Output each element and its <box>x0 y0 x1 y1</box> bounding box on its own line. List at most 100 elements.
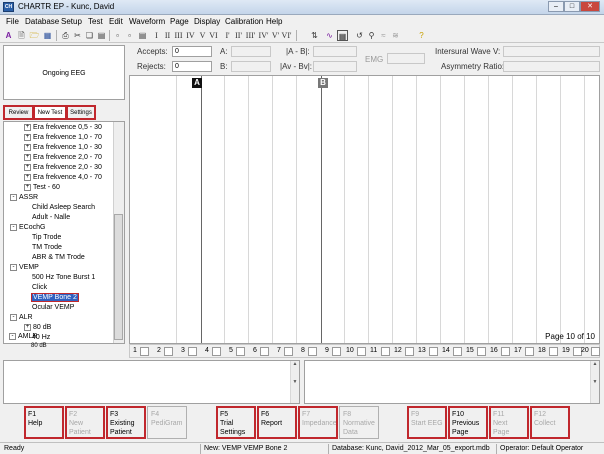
copy-icon[interactable]: ❏ <box>84 30 95 41</box>
page2-icon[interactable]: ▫ <box>124 30 135 41</box>
wave-vi-icon[interactable]: VI <box>208 30 219 41</box>
notes-pane-right[interactable]: ▲ ▼ <box>304 360 600 404</box>
tree-scroll-thumb[interactable] <box>114 214 123 340</box>
tree-item[interactable]: 80 dB <box>31 341 47 351</box>
f5-trial-settings-button[interactable]: F5 Trial Settings <box>216 406 256 439</box>
tree-item[interactable]: ABR & TM Trode <box>32 253 85 263</box>
menu-help[interactable]: Help <box>266 17 282 26</box>
wave-v-prime-icon[interactable]: V' <box>270 30 281 41</box>
page-checkbox[interactable] <box>381 347 390 356</box>
page-checkbox[interactable] <box>591 347 600 356</box>
page-checkbox[interactable] <box>260 347 269 356</box>
wave-iii-icon[interactable]: III <box>173 30 184 41</box>
menu-calibration[interactable]: Calibration <box>225 17 263 26</box>
expand-icon[interactable]: + <box>24 153 31 161</box>
tree-group-ecochg[interactable]: - ECochG <box>10 223 45 233</box>
open-icon[interactable]: 🗁 <box>29 30 40 41</box>
page-checkbox[interactable] <box>140 347 149 356</box>
tree-item[interactable]: + Test - 60 <box>24 183 60 193</box>
page-checkbox[interactable] <box>549 347 558 356</box>
cursor-icon[interactable]: ⇅ <box>309 30 320 41</box>
wave-iv-prime-icon[interactable]: IV' <box>258 30 269 41</box>
menu-setup[interactable]: Setup <box>61 17 82 26</box>
f1-help-button[interactable]: F1 Help <box>24 406 64 439</box>
tree-item[interactable]: + Era frekvence 1,0 - 30 <box>24 143 102 153</box>
menu-display[interactable]: Display <box>194 17 220 26</box>
tree-item[interactable]: 500 Hz Tone Burst 1 <box>32 273 95 283</box>
page-checkbox[interactable] <box>164 347 173 356</box>
wave-v-icon[interactable]: V <box>197 30 208 41</box>
filter-icon[interactable]: ≋ <box>390 30 401 41</box>
menu-database[interactable]: Database <box>25 17 59 26</box>
smooth-icon[interactable]: ≈ <box>378 30 389 41</box>
tree-item[interactable]: + Era frekvence 4,0 - 70 <box>24 173 102 183</box>
expand-icon[interactable]: + <box>24 123 31 131</box>
collapse-icon[interactable]: - <box>9 332 16 340</box>
f9-start-eeg-button[interactable]: F9 Start EEG <box>407 406 447 439</box>
page-icon[interactable]: ▫ <box>112 30 123 41</box>
wave-vi-prime-icon[interactable]: VI' <box>281 30 292 41</box>
tree-item[interactable]: + Era frekvence 1,0 - 70 <box>24 133 102 143</box>
collapse-icon[interactable]: - <box>10 263 17 271</box>
expand-icon[interactable]: + <box>24 143 31 151</box>
f4-pedigram-button[interactable]: F4 PediGram <box>147 406 187 439</box>
page-checkbox[interactable] <box>332 347 341 356</box>
wave-i-icon[interactable]: I <box>151 30 162 41</box>
page-checkbox[interactable] <box>525 347 534 356</box>
tree-item[interactable]: Tip Trode <box>32 233 61 243</box>
trace-a-icon[interactable]: A <box>3 30 14 41</box>
wave-icon[interactable]: ∿ <box>324 30 335 41</box>
page-checkbox[interactable] <box>212 347 221 356</box>
notes-right-scrollbar[interactable]: ▲ ▼ <box>590 361 599 403</box>
page-checkbox[interactable] <box>284 347 293 356</box>
new-icon[interactable]: 🗎 <box>16 30 27 41</box>
tree-item[interactable]: + Era frekvence 2,0 - 30 <box>24 163 102 173</box>
help-icon[interactable]: ? <box>416 30 427 41</box>
f12-collect-button[interactable]: F12 Collect <box>530 406 570 439</box>
expand-icon[interactable]: + <box>24 163 31 171</box>
print-icon[interactable]: ⎙ <box>60 30 71 41</box>
page-checkbox[interactable] <box>405 347 414 356</box>
tree-group-assr[interactable]: - ASSR <box>10 193 38 203</box>
tree-item-selected[interactable]: VEMP Bone 2 <box>31 293 79 303</box>
f7-impedance-button[interactable]: F7 Impedance <box>298 406 338 439</box>
collapse-icon[interactable]: - <box>10 193 17 201</box>
page-checkbox[interactable] <box>477 347 486 356</box>
tree-group-vemp[interactable]: - VEMP <box>10 263 39 273</box>
f2-new-patient-button[interactable]: F2 New Patient <box>65 406 105 439</box>
wave-iv-icon[interactable]: IV <box>185 30 196 41</box>
f8-normative-data-button[interactable]: F8 Normative Data <box>339 406 379 439</box>
page-checkbox[interactable] <box>453 347 462 356</box>
waveform-area[interactable]: A B Page 10 of 10 <box>129 75 600 344</box>
paste-icon[interactable]: ▤ <box>96 30 107 41</box>
close-icon[interactable]: ✕ <box>580 1 600 12</box>
f10-previous-page-button[interactable]: F10 Previous Page <box>448 406 488 439</box>
tree-item[interactable]: Click <box>32 283 47 293</box>
page-checkbox[interactable] <box>429 347 438 356</box>
expand-icon[interactable]: + <box>24 183 31 191</box>
wave-i-prime-icon[interactable]: I' <box>222 30 233 41</box>
maximize-icon[interactable]: □ <box>564 1 580 12</box>
page-checkbox[interactable] <box>188 347 197 356</box>
collapse-icon[interactable]: - <box>10 313 17 321</box>
notes-pane-left[interactable]: ▲ ▼ <box>3 360 300 404</box>
page-checkbox[interactable] <box>501 347 510 356</box>
page-checkbox[interactable] <box>308 347 317 356</box>
minimize-icon[interactable]: – <box>548 1 564 12</box>
tree-item[interactable]: Adult - Nalle <box>32 213 70 223</box>
menu-waveform[interactable]: Waveform <box>129 17 165 26</box>
notes-left-scrollbar[interactable]: ▲ ▼ <box>290 361 299 403</box>
menu-page[interactable]: Page <box>170 17 189 26</box>
tree-group-alr[interactable]: - ALR <box>10 313 33 323</box>
menu-file[interactable]: File <box>6 17 19 26</box>
page-checkbox[interactable] <box>357 347 366 356</box>
tree-item[interactable]: + Era frekvence 0,5 - 30 <box>24 123 102 133</box>
expand-icon[interactable]: + <box>24 323 31 331</box>
save-icon[interactable]: ▦ <box>42 30 53 41</box>
f3-existing-patient-button[interactable]: F3 Existing Patient <box>106 406 146 439</box>
tree-item[interactable]: + Era frekvence 2,0 - 70 <box>24 153 102 163</box>
page-checkbox[interactable] <box>236 347 245 356</box>
tree-item[interactable]: TM Trode <box>32 243 62 253</box>
grid-icon[interactable]: ▦ <box>337 30 348 41</box>
marker-b[interactable]: B <box>318 78 328 88</box>
